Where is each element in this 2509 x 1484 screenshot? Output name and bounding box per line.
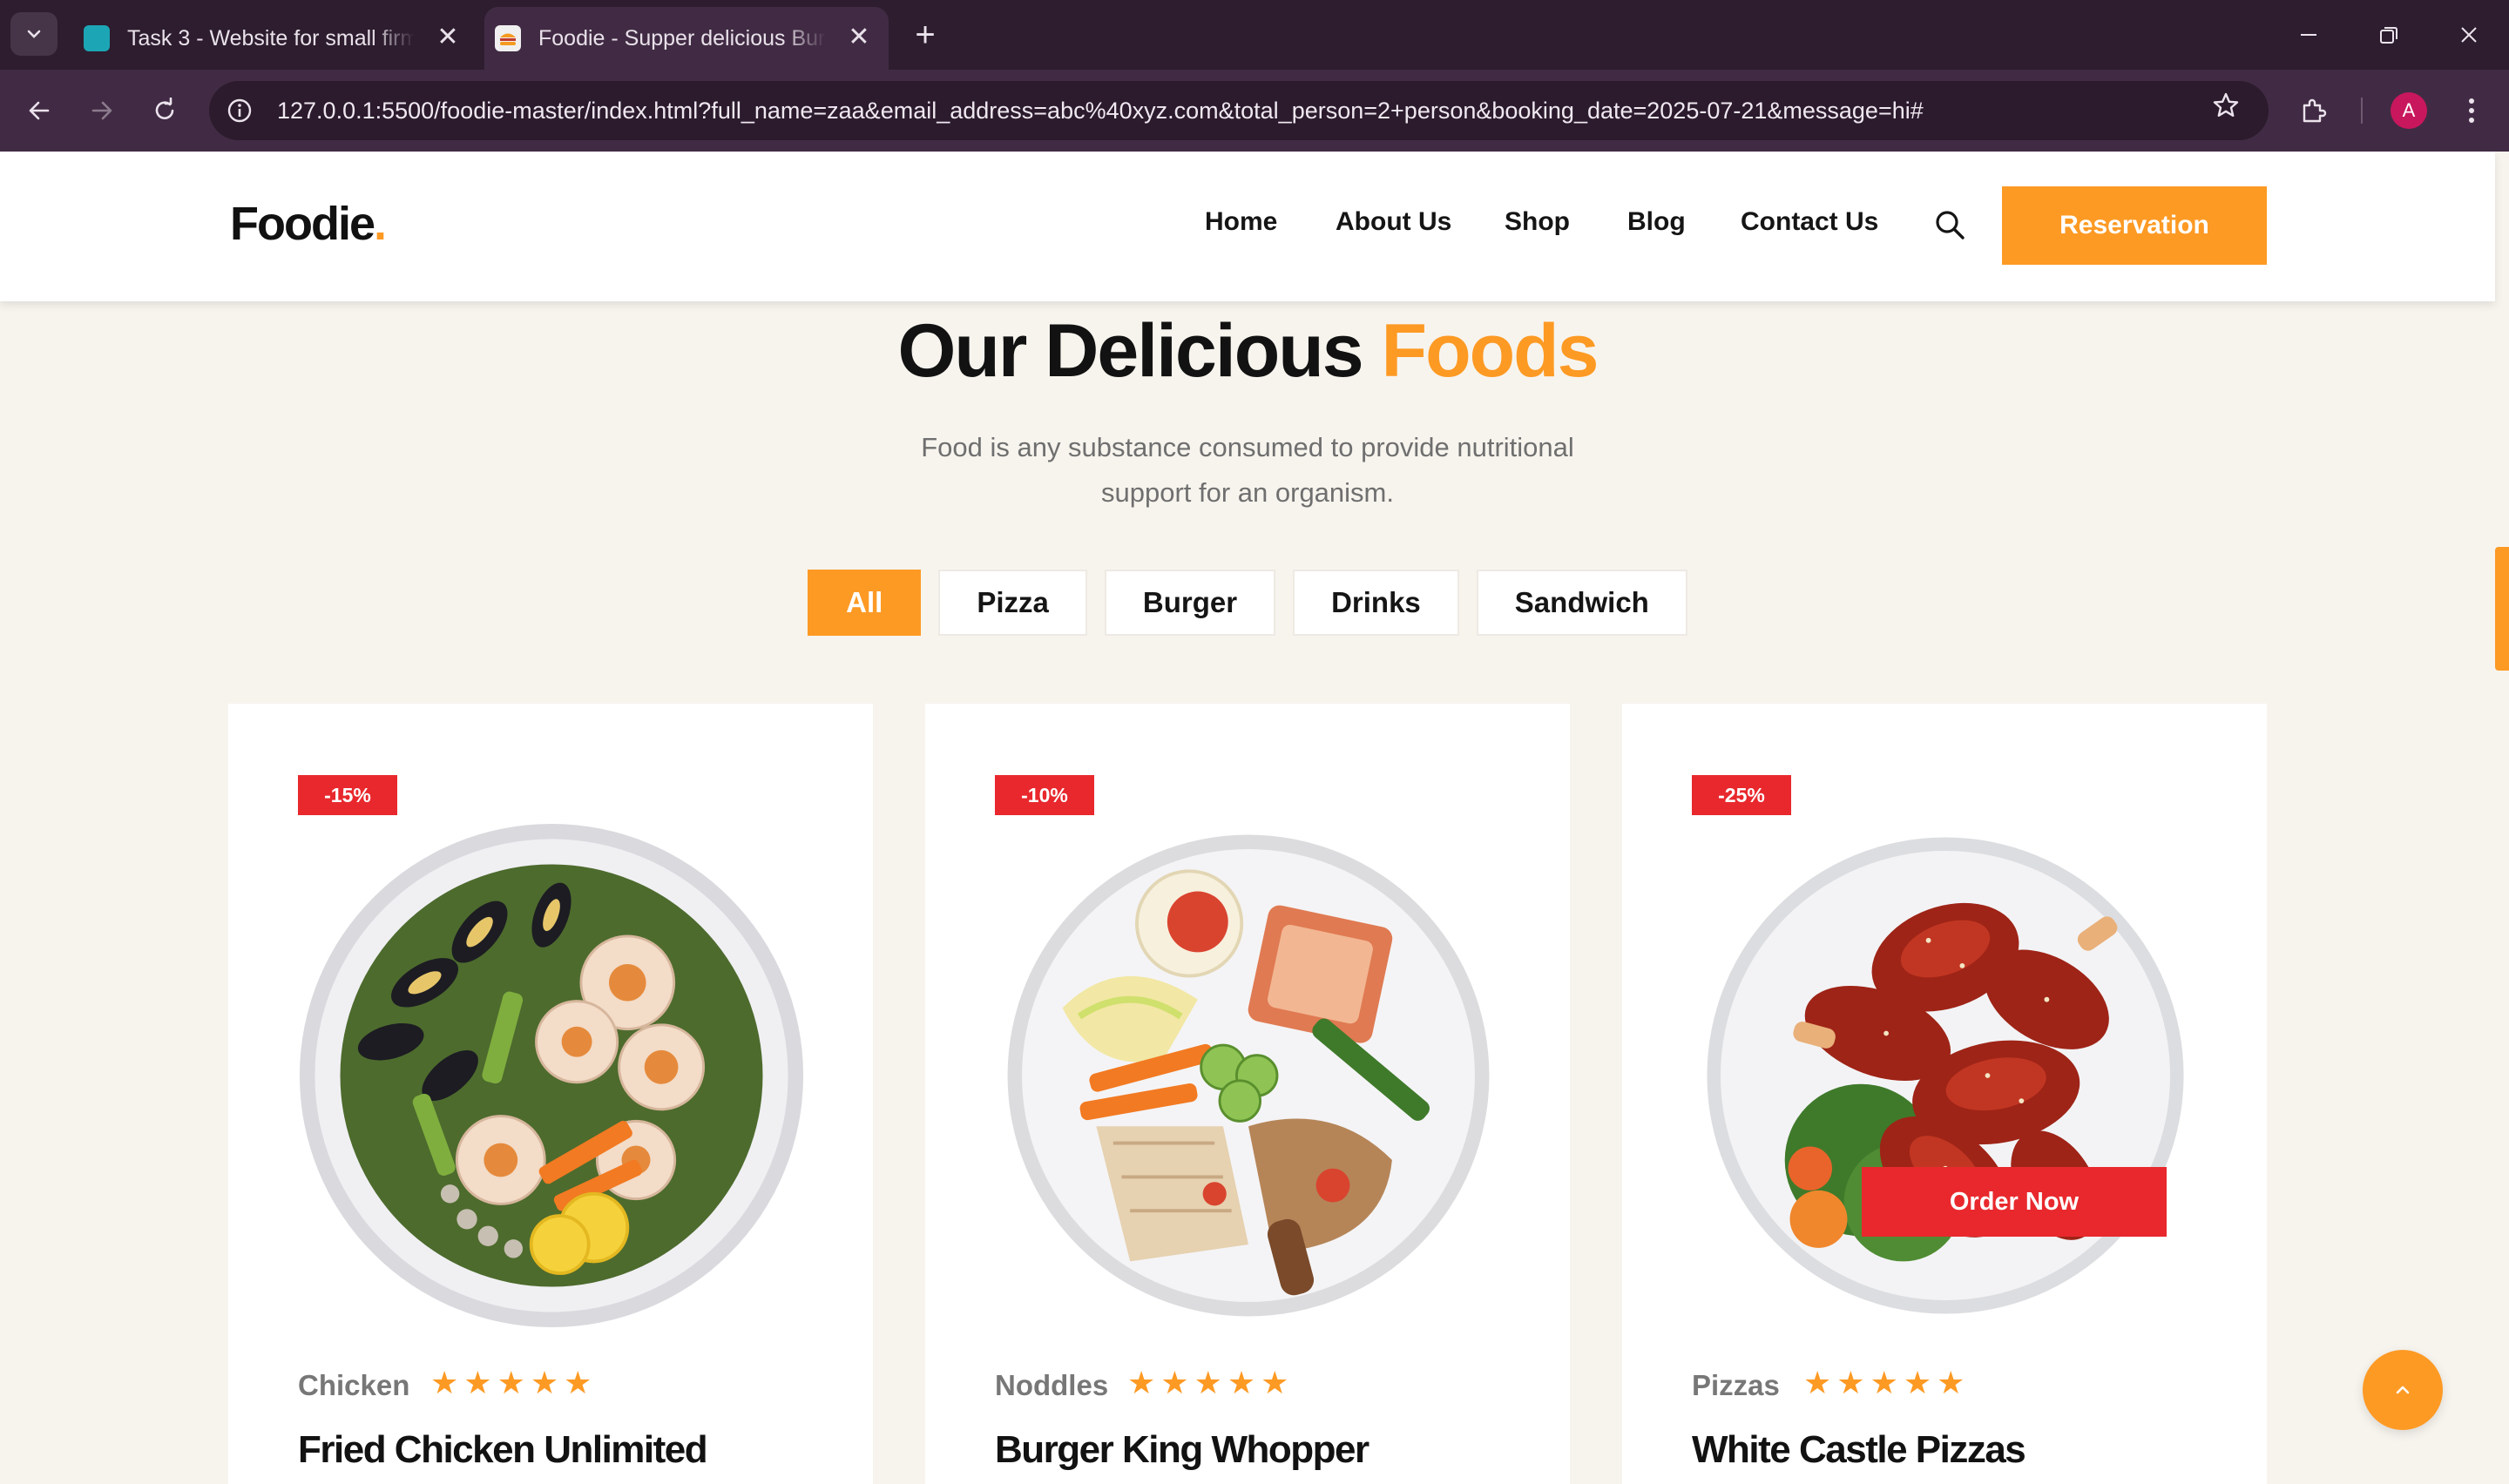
- star-icon: ★: [463, 1365, 492, 1400]
- browser-toolbar: 127.0.0.1:5500/foodie-master/index.html?…: [0, 70, 2509, 152]
- star-icon: ★: [430, 1365, 459, 1400]
- nav-contact-us[interactable]: Contact Us: [1741, 207, 1878, 237]
- star-icon: ★: [1261, 1365, 1289, 1400]
- nav-blog[interactable]: Blog: [1627, 207, 1686, 237]
- section-title: Our Delicious Foods: [0, 308, 2495, 395]
- back-to-top-button[interactable]: [2363, 1350, 2443, 1430]
- food-card[interactable]: -15% Chicken ★ ★ ★ ★ ★ Fried Chicken Unl…: [228, 704, 873, 1484]
- star-icon: ★: [530, 1365, 559, 1400]
- nav-about-us[interactable]: About Us: [1336, 207, 1451, 237]
- star-icon: ★: [1194, 1365, 1222, 1400]
- nav-shop[interactable]: Shop: [1505, 207, 1570, 237]
- filter-drinks[interactable]: Drinks: [1293, 570, 1459, 636]
- close-window-icon[interactable]: [2445, 12, 2493, 57]
- page-scrollbar[interactable]: [2495, 152, 2509, 1484]
- new-tab-plus-icon[interactable]: +: [906, 16, 944, 54]
- food-category: Noddles: [995, 1369, 1109, 1401]
- site-header: Foodie. Home About Us Shop Blog Contact …: [0, 152, 2495, 301]
- food-title[interactable]: Fried Chicken Unlimited: [298, 1428, 708, 1472]
- profile-avatar[interactable]: A: [2391, 92, 2427, 129]
- site-info-icon[interactable]: [223, 94, 256, 127]
- site-logo[interactable]: Foodie.: [230, 197, 387, 251]
- food-image-glazed-chicken[interactable]: Order Now: [1692, 822, 2199, 1329]
- reservation-button[interactable]: Reservation: [2002, 186, 2267, 265]
- star-icon: ★: [1937, 1365, 1965, 1400]
- extensions-puzzle-icon[interactable]: [2291, 89, 2335, 132]
- star-icon: ★: [1127, 1365, 1156, 1400]
- scrollbar-thumb[interactable]: [2495, 547, 2509, 671]
- star-icon: ★: [1870, 1365, 1898, 1400]
- url-text: 127.0.0.1:5500/foodie-master/index.html?…: [277, 97, 1924, 124]
- star-icon: ★: [1803, 1365, 1832, 1400]
- food-image-seafood-platter[interactable]: [298, 822, 805, 1329]
- food-title[interactable]: Burger King Whopper: [995, 1428, 1369, 1472]
- section-title-main: Our Delicious: [897, 309, 1382, 393]
- discount-badge: -25%: [1692, 775, 1791, 815]
- star-icon: ★: [497, 1365, 525, 1400]
- more-menu-icon[interactable]: [2450, 89, 2493, 132]
- close-tab-icon[interactable]: ✕: [842, 19, 876, 54]
- food-title[interactable]: White Castle Pizzas: [1692, 1428, 2026, 1472]
- filter-all[interactable]: All: [808, 570, 922, 636]
- logo-text: Foodie: [230, 198, 375, 250]
- filter-sandwich[interactable]: Sandwich: [1476, 570, 1687, 636]
- browser-tab[interactable]: Task 3 - Website for small firm/ ✕: [73, 7, 477, 70]
- discount-badge: -10%: [995, 775, 1094, 815]
- forward-arrow-icon[interactable]: [80, 89, 124, 132]
- toolbar-divider: [2361, 98, 2363, 124]
- browser-tab-strip: Task 3 - Website for small firm/ ✕ Foodi…: [0, 0, 2509, 70]
- search-icon[interactable]: [1931, 206, 1969, 244]
- rating-stars: ★ ★ ★ ★ ★: [1127, 1367, 1288, 1399]
- food-card[interactable]: -10% Noddles ★ ★ ★ ★ ★ Burger King Whopp…: [925, 704, 1570, 1484]
- star-icon: ★: [1903, 1365, 1932, 1400]
- food-category: Chicken: [298, 1369, 410, 1401]
- rating-stars: ★ ★ ★ ★ ★: [1803, 1367, 1965, 1399]
- reload-icon[interactable]: [143, 89, 186, 132]
- food-filter-tabs: All Pizza Burger Drinks Sandwich: [0, 570, 2495, 636]
- minimize-window-icon[interactable]: [2284, 12, 2333, 57]
- food-category: Pizzas: [1692, 1369, 1780, 1401]
- restore-window-icon[interactable]: [2364, 12, 2413, 57]
- bookmark-star-icon[interactable]: [2204, 84, 2248, 127]
- chevron-up-icon: [2396, 1386, 2410, 1394]
- rating-stars: ★ ★ ★ ★ ★: [430, 1367, 592, 1399]
- address-bar[interactable]: 127.0.0.1:5500/foodie-master/index.html?…: [209, 81, 2269, 140]
- food-card[interactable]: -25% Order Now Pizzas ★ ★ ★ ★ ★ White Ca…: [1622, 704, 2267, 1484]
- food-image-korean-platter[interactable]: [995, 822, 1502, 1329]
- order-now-button[interactable]: Order Now: [1862, 1167, 2167, 1237]
- star-icon: ★: [1160, 1365, 1189, 1400]
- tab-search-button[interactable]: [10, 12, 57, 56]
- tab-title: Foodie - Supper delicious Burger: [538, 25, 826, 51]
- chevron-down-icon: [27, 30, 41, 38]
- star-icon: ★: [1227, 1365, 1256, 1400]
- nav-home[interactable]: Home: [1205, 207, 1277, 237]
- star-icon: ★: [1836, 1365, 1865, 1400]
- classroom-favicon-icon: [84, 25, 110, 51]
- back-arrow-icon[interactable]: [17, 89, 61, 132]
- logo-dot: .: [373, 198, 387, 250]
- page-viewport: Foodie. Home About Us Shop Blog Contact …: [0, 152, 2509, 1484]
- discount-badge: -15%: [298, 775, 397, 815]
- section-description: Food is any substance consumed to provid…: [921, 432, 1574, 508]
- burger-favicon-icon: [495, 25, 521, 51]
- filter-burger[interactable]: Burger: [1104, 570, 1276, 636]
- section-title-accent: Foods: [1381, 309, 1599, 393]
- filter-pizza[interactable]: Pizza: [938, 570, 1087, 636]
- tab-title: Task 3 - Website for small firm/: [127, 25, 415, 51]
- browser-tab-active[interactable]: Foodie - Supper delicious Burger ✕: [484, 7, 889, 70]
- star-icon: ★: [564, 1365, 592, 1400]
- close-tab-icon[interactable]: ✕: [430, 19, 465, 54]
